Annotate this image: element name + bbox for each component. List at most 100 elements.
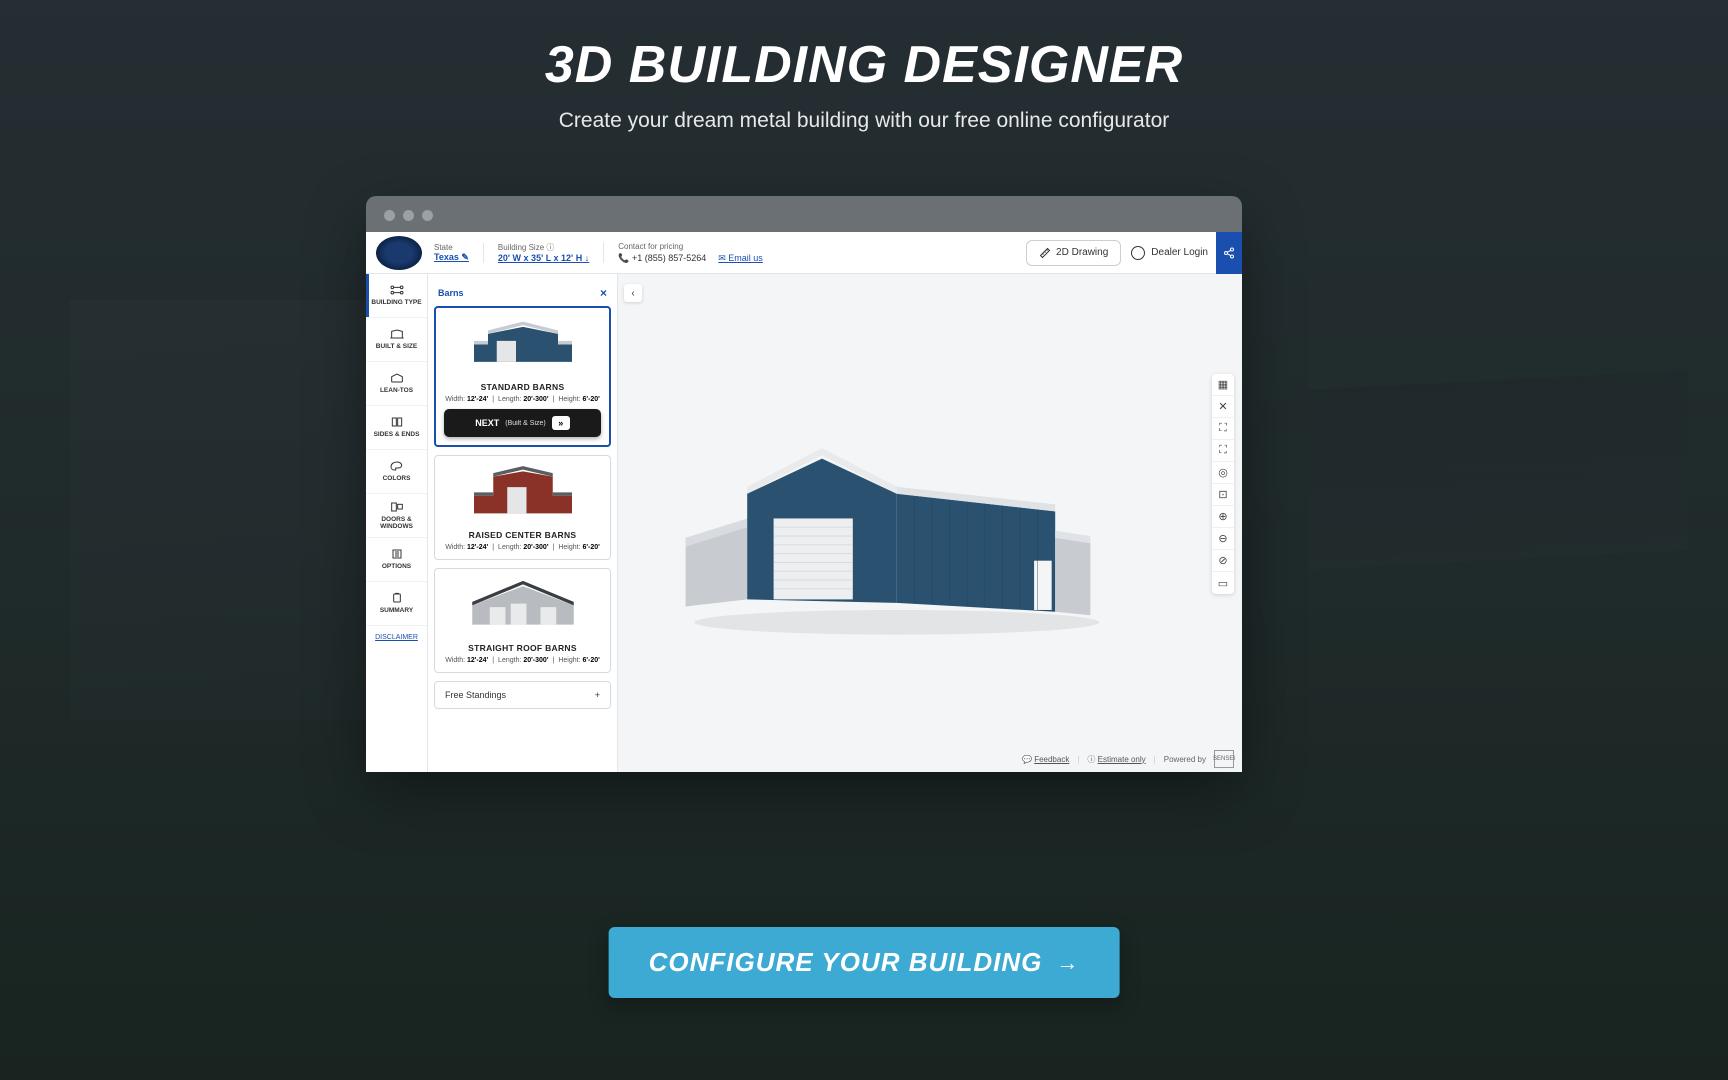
zoom-in-icon: ⊕ — [1218, 510, 1227, 523]
tool-expand[interactable]: ⛶ — [1212, 440, 1234, 462]
sensei-logo[interactable]: SENSEI — [1214, 750, 1234, 768]
dot-icon — [384, 210, 395, 221]
3d-viewport[interactable]: ‹ — [618, 274, 1242, 772]
panel-title: Barns — [438, 288, 464, 298]
sidebar-item-built-size[interactable]: BUILT & SIZE — [366, 318, 427, 362]
building-size-selector[interactable]: Building Size ⓘ 20' W x 35' L x 12' H ↓ — [498, 242, 604, 263]
2d-drawing-label: 2D Drawing — [1056, 247, 1108, 258]
barn-card-raised[interactable]: RAISED CENTER BARNS Width: 12'-24' | Len… — [434, 455, 611, 560]
expand-icon: ⛶ — [1219, 444, 1227, 457]
camera-icon: ◎ — [1218, 466, 1228, 479]
disclaimer-link[interactable]: DISCLAIMER — [366, 634, 427, 641]
size-icon — [389, 328, 405, 340]
tool-fit[interactable]: ⊡ — [1212, 484, 1234, 506]
chevron-right-icon: » — [552, 416, 570, 430]
tool-zoom-in[interactable]: ⊕ — [1212, 506, 1234, 528]
sidebar-item-sides-ends[interactable]: SIDES & ENDS — [366, 406, 427, 450]
barn-card-standard[interactable]: STANDARD BARNS Width: 12'-24' | Length: … — [434, 306, 611, 447]
viewport-toolbar: ▦ ✕ ⛶ ⛶ ◎ ⊡ ⊕ ⊖ ⊘ ▭ — [1212, 374, 1234, 594]
barn-thumbnail — [443, 577, 602, 639]
size-value: 20' W x 35' L x 12' H ↓ — [498, 253, 589, 263]
doors-icon — [389, 501, 405, 513]
card-dims: Width: 12'-24' | Length: 20'-300' | Heig… — [443, 657, 602, 664]
sidebar-item-label: DOORS & WINDOWS — [366, 516, 427, 530]
contact-label: Contact for pricing — [618, 242, 763, 251]
sidebar-item-label: SUMMARY — [380, 607, 413, 614]
hero-title: 3D BUILDING DESIGNER — [0, 35, 1728, 95]
tool-zoom-out[interactable]: ⊖ — [1212, 528, 1234, 550]
sides-icon — [389, 416, 405, 428]
email-link[interactable]: ✉ Email us — [718, 253, 763, 264]
cta-label: CONFIGURE YOUR BUILDING — [649, 947, 1043, 978]
viewport-footer: 💬 Feedback | ⓘ Estimate only | Powered b… — [1022, 750, 1234, 768]
chevron-left-icon: ‹ — [631, 288, 634, 299]
powered-by: Powered by — [1164, 755, 1206, 764]
collapse-panel-button[interactable]: ‹ — [624, 284, 642, 302]
feedback-link[interactable]: 💬 Feedback — [1022, 755, 1069, 764]
leanto-icon — [389, 372, 405, 384]
sidebar-item-label: LEAN-TOS — [380, 387, 413, 394]
share-button[interactable] — [1216, 232, 1242, 274]
card-dims: Width: 12'-24' | Length: 20'-300' | Heig… — [444, 396, 601, 403]
tool-visibility[interactable]: ⊘ — [1212, 550, 1234, 572]
barn-thumbnail — [443, 464, 602, 526]
panel-header: Barns × — [434, 280, 611, 306]
snapshot-icon: ▭ — [1218, 577, 1228, 590]
next-button[interactable]: NEXT (Built & Size) » — [444, 409, 601, 437]
sidebar-item-lean-tos[interactable]: LEAN-TOS — [366, 362, 427, 406]
next-label: NEXT — [475, 418, 499, 428]
topbar: State Texas ✎ Building Size ⓘ 20' W x 35… — [366, 232, 1242, 274]
accordion-free-standings[interactable]: Free Standings + — [434, 681, 611, 709]
configure-cta-button[interactable]: CONFIGURE YOUR BUILDING → — [609, 927, 1120, 998]
estimate-note[interactable]: ⓘ Estimate only — [1087, 754, 1145, 765]
hero-subtitle: Create your dream metal building with ou… — [0, 109, 1728, 133]
fit-icon: ⊡ — [1218, 488, 1227, 501]
phone-link[interactable]: 📞 +1 (855) 857-5264 — [618, 253, 706, 264]
arrow-right-icon: → — [1056, 950, 1079, 976]
2d-drawing-button[interactable]: 2D Drawing — [1026, 240, 1121, 266]
grid-icon: ▦ — [1218, 378, 1228, 391]
tool-front-view[interactable]: ⛶ — [1212, 418, 1234, 440]
share-icon — [1223, 247, 1235, 259]
options-icon — [389, 548, 405, 560]
app-body: BUILDING TYPE BUILT & SIZE LEAN-TOS SIDE… — [366, 274, 1242, 772]
card-title: STANDARD BARNS — [444, 382, 601, 392]
sidebar-item-label: OPTIONS — [382, 563, 411, 570]
barn-thumbnail — [444, 316, 601, 378]
eye-off-icon: ⊘ — [1218, 554, 1227, 567]
state-value: Texas ✎ — [434, 252, 469, 263]
sidebar-item-building-type[interactable]: BUILDING TYPE — [366, 274, 427, 318]
building-type-icon — [389, 284, 405, 296]
colors-icon — [389, 460, 405, 472]
close-icon[interactable]: × — [600, 286, 607, 300]
dealer-login-button[interactable]: Dealer Login — [1131, 246, 1208, 260]
ruler-icon — [1039, 247, 1051, 259]
measure-icon: ✕ — [1218, 400, 1227, 413]
app-window: State Texas ✎ Building Size ⓘ 20' W x 35… — [366, 196, 1242, 772]
front-icon: ⛶ — [1219, 422, 1227, 435]
tool-camera[interactable]: ◎ — [1212, 462, 1234, 484]
accordion-label: Free Standings — [445, 690, 506, 700]
sidebar-item-options[interactable]: OPTIONS — [366, 538, 427, 582]
brand-logo[interactable] — [376, 236, 422, 270]
state-selector[interactable]: State Texas ✎ — [434, 243, 484, 263]
tool-measure[interactable]: ✕ — [1212, 396, 1234, 418]
card-title: RAISED CENTER BARNS — [443, 530, 602, 540]
sidebar-item-colors[interactable]: COLORS — [366, 450, 427, 494]
contact-block: Contact for pricing 📞 +1 (855) 857-5264 … — [618, 242, 763, 264]
summary-icon — [389, 592, 405, 604]
size-label: Building Size ⓘ — [498, 242, 589, 253]
tool-grid[interactable]: ▦ — [1212, 374, 1234, 396]
sidebar-item-label: BUILDING TYPE — [371, 299, 421, 306]
user-icon — [1131, 246, 1145, 260]
state-label: State — [434, 243, 469, 252]
sidebar-item-summary[interactable]: SUMMARY — [366, 582, 427, 626]
hero: 3D BUILDING DESIGNER Create your dream m… — [0, 35, 1728, 133]
plus-icon: + — [595, 690, 600, 700]
tool-snapshot[interactable]: ▭ — [1212, 572, 1234, 594]
card-dims: Width: 12'-24' | Length: 20'-300' | Heig… — [443, 544, 602, 551]
card-title: STRAIGHT ROOF BARNS — [443, 643, 602, 653]
barn-card-straight[interactable]: STRAIGHT ROOF BARNS Width: 12'-24' | Len… — [434, 568, 611, 673]
sidebar-item-doors-windows[interactable]: DOORS & WINDOWS — [366, 494, 427, 538]
dealer-login-label: Dealer Login — [1151, 247, 1208, 258]
